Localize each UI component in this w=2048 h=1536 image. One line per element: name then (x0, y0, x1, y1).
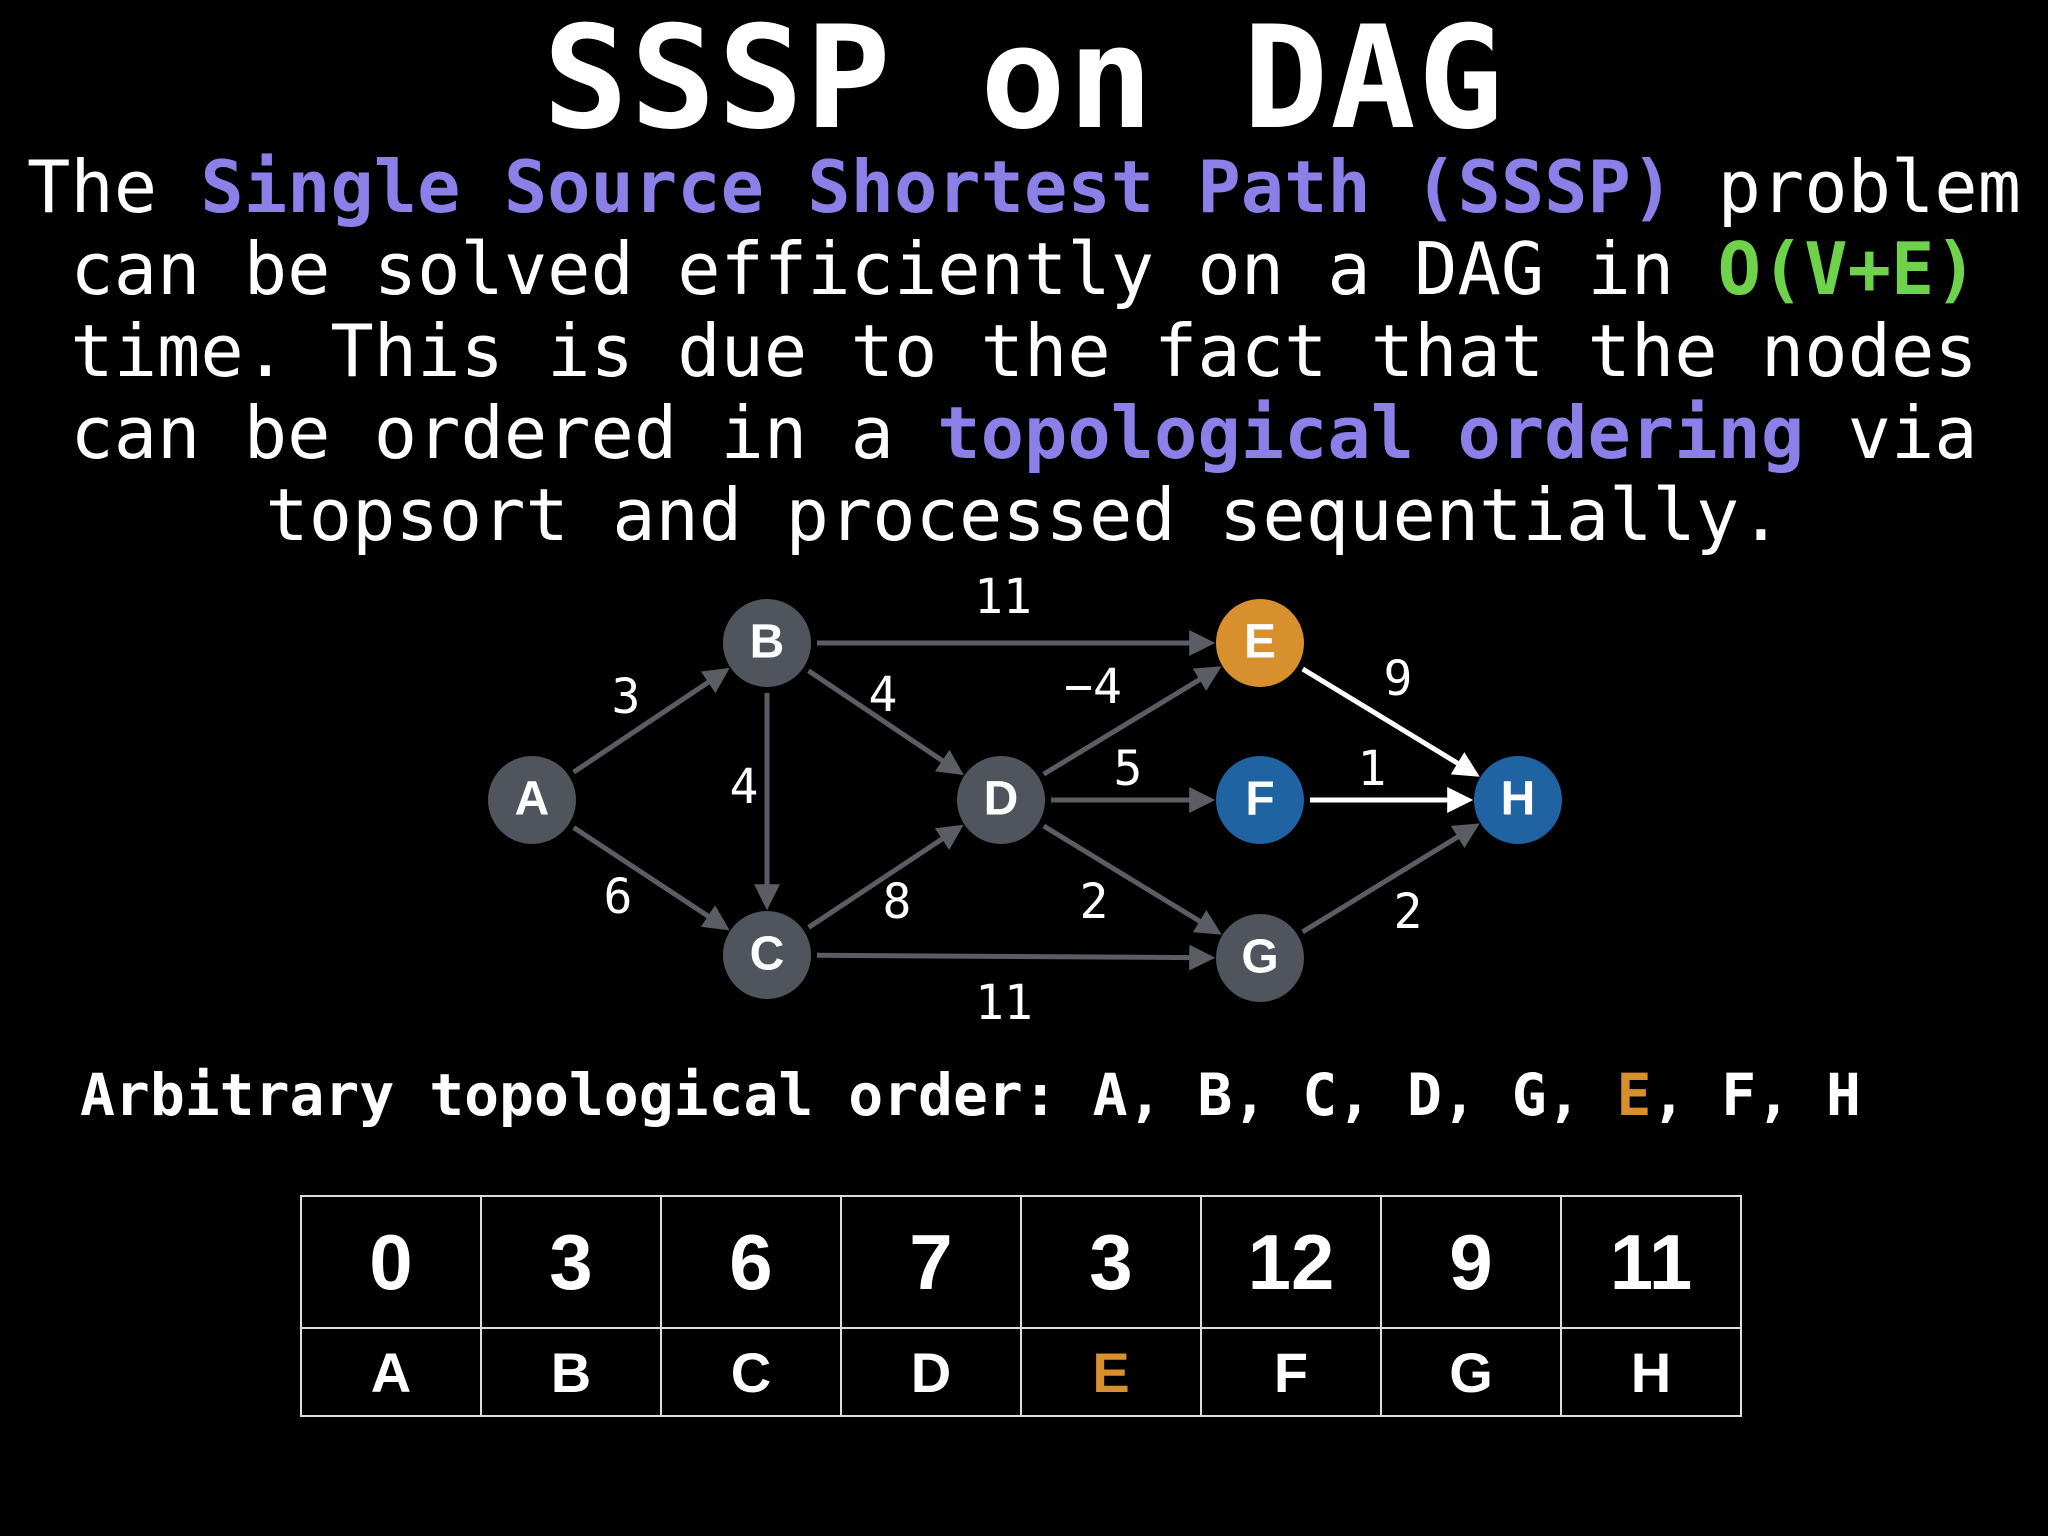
distance-node-F: F (1200, 1327, 1382, 1417)
node-label: B (750, 616, 785, 669)
order-separator: , (1756, 1061, 1827, 1129)
text: The (27, 145, 201, 229)
order-separator: , (1127, 1061, 1198, 1129)
text: can be ordered in a (70, 391, 938, 475)
dag-graph: 3 6 11 4 4 8 11 −4 5 2 9 1 2 A B C D E F G H (488, 569, 1562, 1031)
order-separator: , (1651, 1061, 1722, 1129)
distance-node-H: H (1560, 1327, 1742, 1417)
node-C: C (723, 911, 811, 999)
node-H: H (1474, 756, 1562, 844)
node-G: G (1216, 914, 1304, 1002)
description-line-1: The Single Source Shortest Path (SSSP) p… (0, 146, 2048, 228)
distance-node-G: G (1380, 1327, 1562, 1417)
distance-value-F: 12 (1200, 1195, 1382, 1329)
distance-node-A: A (300, 1327, 482, 1417)
node-label: D (984, 773, 1019, 826)
distance-value-A: 0 (300, 1195, 482, 1329)
edge-weight-E-H: 9 (1384, 651, 1413, 707)
edge-weight-B-D: 4 (869, 667, 898, 723)
node-D: D (957, 756, 1045, 844)
distance-value-D: 7 (840, 1195, 1022, 1329)
distance-value-G: 9 (1380, 1195, 1562, 1329)
order-item-D: D (1406, 1061, 1442, 1129)
edge-weight-G-H: 2 (1394, 884, 1423, 940)
distance-nodes-row: ABCDEFGH (300, 1327, 1742, 1417)
order-label: Arbitrary topological order: (80, 1061, 1093, 1129)
edge-weight-F-H: 1 (1358, 741, 1387, 797)
edge-A-B (572, 667, 730, 775)
distance-node-E: E (1020, 1327, 1202, 1417)
description-line-3: time. This is due to the fact that the n… (70, 309, 1978, 393)
node-A: A (488, 756, 576, 844)
order-item-B: B (1197, 1061, 1233, 1129)
edge-weight-D-E: −4 (1064, 659, 1122, 715)
order-item-C: C (1302, 1061, 1338, 1129)
node-label: G (1241, 931, 1278, 984)
order-separator: , (1232, 1061, 1303, 1129)
complexity-highlight: O(V+E) (1717, 227, 1978, 311)
edge-D-G (1042, 823, 1222, 935)
text: can be solved efficiently on a DAG in (70, 227, 1718, 311)
order-separator: , (1546, 1061, 1617, 1129)
order-item-H: H (1826, 1061, 1861, 1129)
distance-value-H: 11 (1560, 1195, 1742, 1329)
edge-weight-A-C: 6 (604, 869, 633, 925)
sssp-highlight: Single Source Shortest Path (SSSP) (200, 145, 1675, 229)
edge-weight-C-D: 8 (883, 874, 912, 930)
text: via (1804, 391, 1978, 475)
node-label: F (1245, 773, 1274, 826)
edge-weight-B-E: 11 (974, 569, 1032, 625)
node-B: B (723, 599, 811, 687)
description-line-2: can be solved efficiently on a DAG in O(… (0, 228, 2048, 310)
distance-node-B: B (480, 1327, 662, 1417)
edge-weight-A-B: 3 (612, 669, 641, 725)
description-line-5: topsort and processed sequentially. (265, 473, 1783, 557)
description-line-4: can be ordered in a topological ordering… (0, 392, 2048, 474)
distance-value-E: 3 (1020, 1195, 1202, 1329)
edge-weight-C-G: 11 (975, 975, 1033, 1031)
node-label: C (750, 928, 785, 981)
description: The Single Source Shortest Path (SSSP) p… (0, 146, 2048, 556)
distance-value-C: 6 (660, 1195, 842, 1329)
slide-title: SSSP on DAG (542, 0, 1506, 161)
edge-weight-D-F: 5 (1114, 741, 1143, 797)
node-label: H (1501, 773, 1536, 826)
topological-ordering-highlight: topological ordering (937, 391, 1805, 475)
order-separator: , (1441, 1061, 1512, 1129)
distance-node-C: C (660, 1327, 842, 1417)
distance-value-B: 3 (480, 1195, 662, 1329)
node-label: A (515, 773, 550, 826)
edge-A-C (572, 825, 730, 931)
text: problem (1674, 145, 2021, 229)
node-label: E (1244, 616, 1276, 669)
order-separator: , (1337, 1061, 1407, 1129)
distance-node-D: D (840, 1327, 1022, 1417)
edge-weight-D-G: 2 (1080, 874, 1109, 930)
edge-C-G (816, 944, 1216, 971)
order-item-F: F (1721, 1061, 1757, 1129)
order-item-A: A (1092, 1061, 1128, 1129)
order-item-E: E (1616, 1061, 1652, 1129)
order-items: A, B, C, D, G, E, F, H (1093, 1061, 1861, 1129)
node-E: E (1216, 599, 1304, 687)
distance-values-row: 0 3 6 7 3 12 9 11 (300, 1195, 1742, 1329)
node-F: F (1216, 756, 1304, 844)
edge-weight-B-C: 4 (730, 759, 759, 815)
edge-G-H (1301, 823, 1480, 935)
order-item-G: G (1511, 1061, 1547, 1129)
topological-order-line: Arbitrary topological order: A, B, C, D,… (80, 1060, 2000, 1130)
distance-table: 0 3 6 7 3 12 9 11 ABCDEFGH (300, 1195, 1742, 1417)
